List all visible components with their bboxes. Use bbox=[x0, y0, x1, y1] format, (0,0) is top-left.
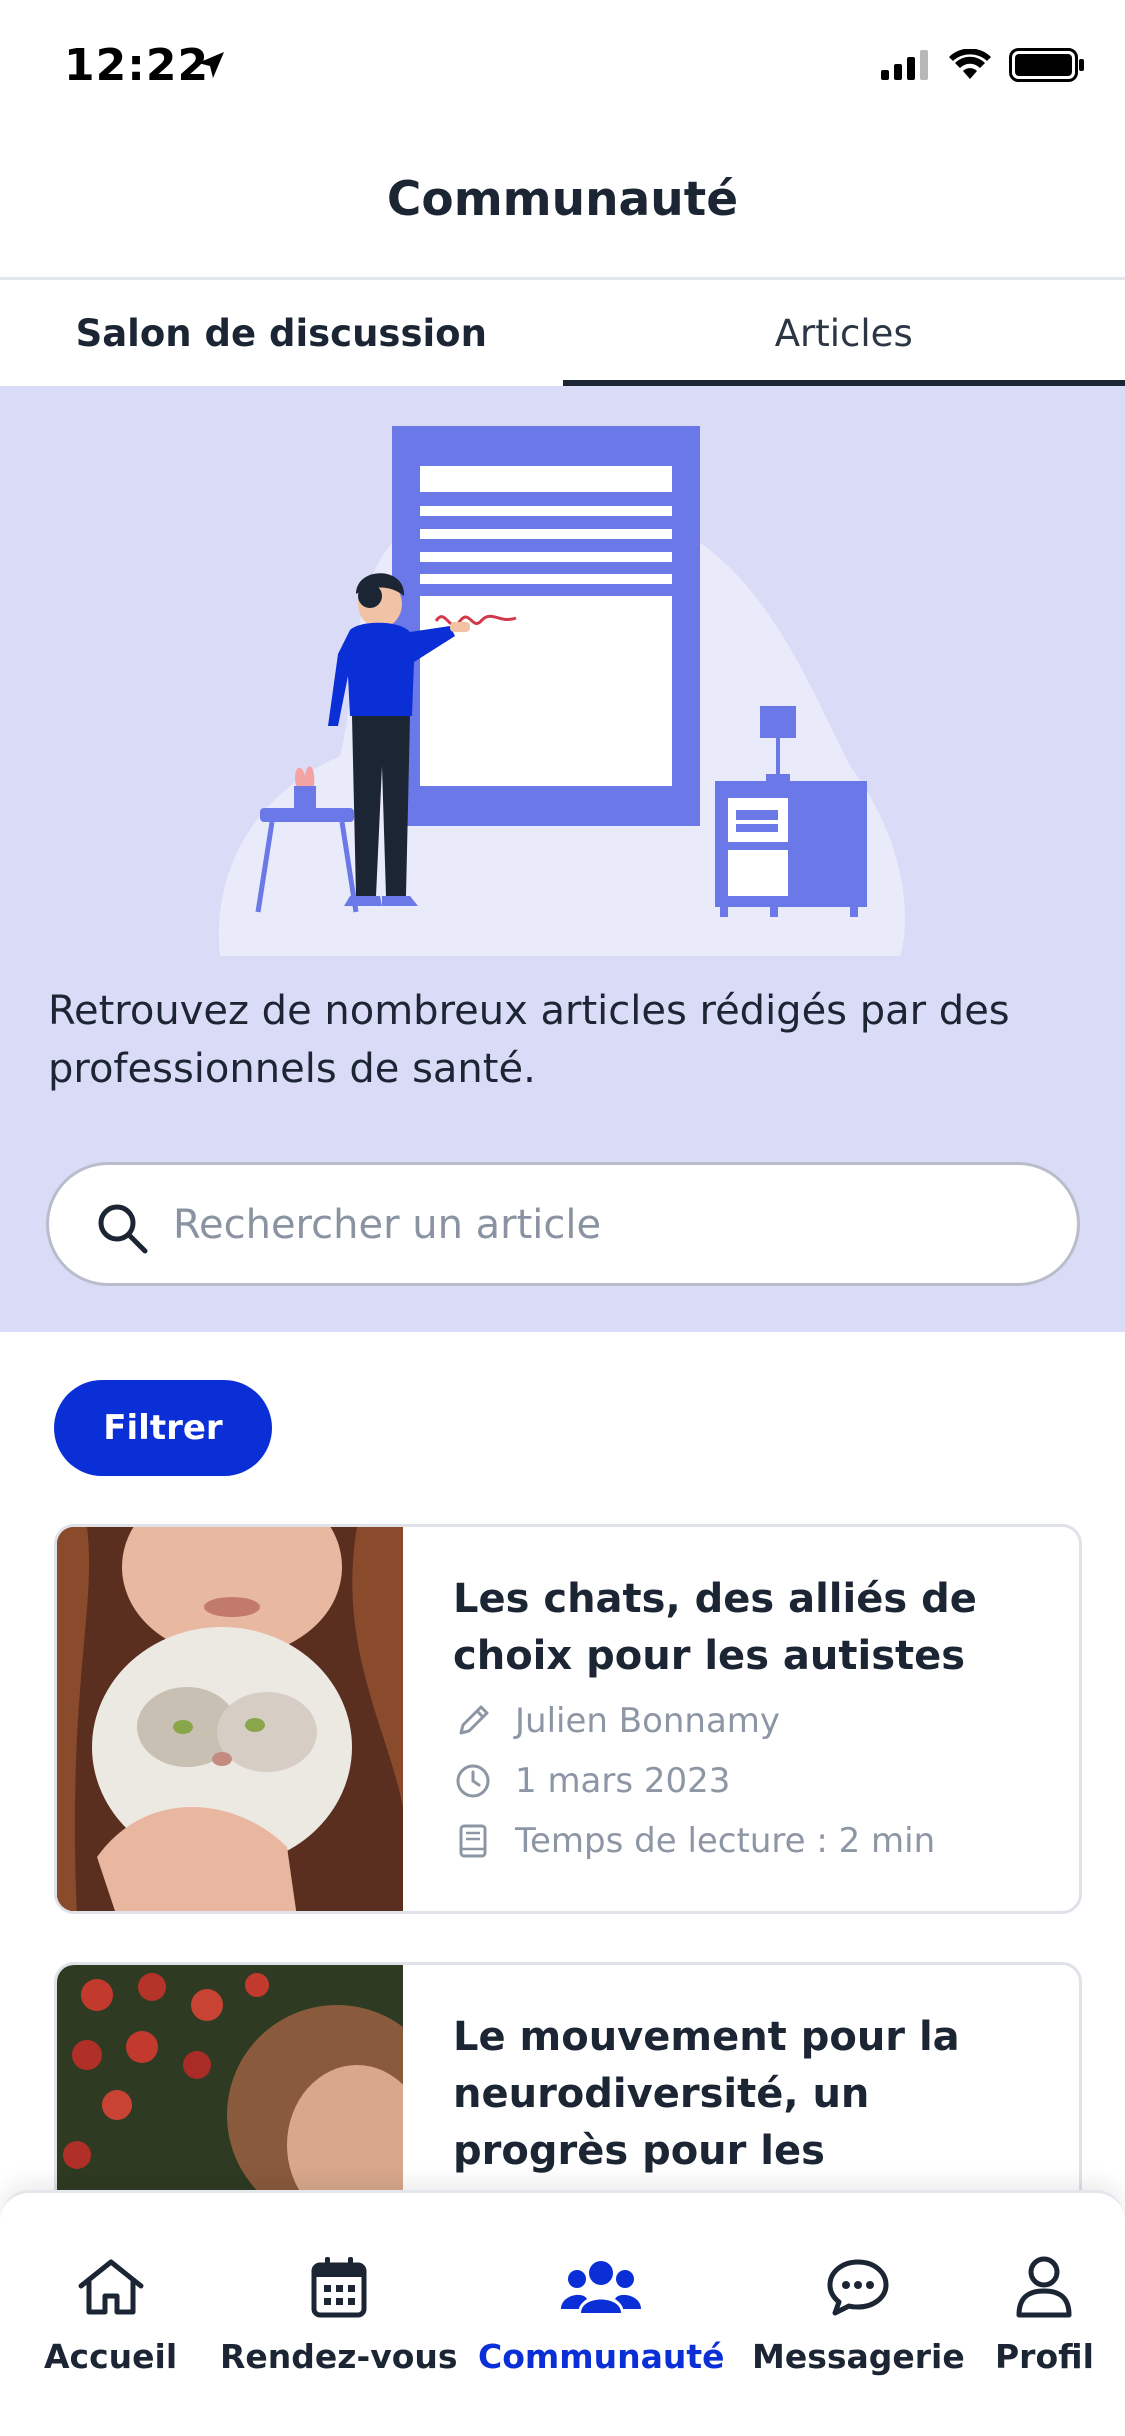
signal-icon bbox=[881, 50, 931, 84]
page-title: Communauté bbox=[386, 172, 739, 227]
user-icon bbox=[1015, 2251, 1073, 2323]
battery-icon bbox=[1009, 48, 1085, 86]
hero-description: Retrouvez de nombreux articles rédigés p… bbox=[48, 988, 1010, 1092]
nav-label: Messagerie bbox=[752, 2337, 965, 2376]
chat-icon bbox=[826, 2251, 890, 2323]
filter-button[interactable]: Filtrer bbox=[54, 1380, 272, 1476]
nav-item-accueil[interactable]: Accueil bbox=[44, 2251, 177, 2376]
clock-icon bbox=[453, 1761, 493, 1801]
nav-item-profil[interactable]: Profil bbox=[995, 2251, 1094, 2376]
article-author: Julien Bonnamy bbox=[515, 1701, 781, 1741]
wifi-icon bbox=[949, 48, 991, 85]
article-reading-time-row: Temps de lecture : 2 min bbox=[453, 1817, 1053, 1865]
home-icon bbox=[75, 2251, 147, 2323]
article-title[interactable]: Les chats, des alliés de choix pour les … bbox=[453, 1571, 1053, 1685]
search-bar[interactable] bbox=[46, 1162, 1080, 1286]
tab-articles[interactable]: Articles bbox=[562, 280, 1125, 386]
article-thumbnail bbox=[57, 1527, 403, 1911]
article-date: 1 mars 2023 bbox=[515, 1761, 731, 1801]
nav-item-communaute[interactable]: Communauté bbox=[478, 2251, 725, 2376]
article-date-row: 1 mars 2023 bbox=[453, 1757, 1053, 1805]
pencil-icon bbox=[453, 1701, 493, 1741]
calendar-icon bbox=[310, 2251, 368, 2323]
search-icon bbox=[95, 1201, 149, 1259]
article-card[interactable]: Les chats, des alliés de choix pour les … bbox=[54, 1524, 1082, 1914]
nav-item-messagerie[interactable]: Messagerie bbox=[752, 2251, 965, 2376]
app-header: Communauté bbox=[0, 132, 1125, 280]
nav-label: Communauté bbox=[478, 2337, 725, 2376]
search-input[interactable] bbox=[173, 1185, 1033, 1265]
users-icon bbox=[561, 2251, 642, 2323]
hero-section: Retrouvez de nombreux articles rédigés p… bbox=[0, 386, 1125, 1332]
articles-illustration bbox=[210, 426, 910, 970]
location-arrow-icon bbox=[196, 50, 226, 84]
article-reading-time: Temps de lecture : 2 min bbox=[515, 1821, 936, 1861]
tab-bar: Salon de discussion Articles bbox=[0, 280, 1125, 386]
bottom-navigation: Accueil Rendez-vous Communauté Messageri… bbox=[0, 2190, 1125, 2436]
nav-label: Accueil bbox=[44, 2337, 178, 2376]
article-content: Les chats, des alliés de choix pour les … bbox=[453, 1571, 1053, 1865]
status-indicators bbox=[881, 48, 1085, 86]
status-bar: 12:22 bbox=[0, 0, 1125, 132]
nav-item-rendez-vous[interactable]: Rendez-vous bbox=[220, 2251, 458, 2376]
article-author-row: Julien Bonnamy bbox=[453, 1697, 1053, 1745]
nav-label: Rendez-vous bbox=[220, 2337, 458, 2376]
status-time: 12:22 bbox=[64, 40, 210, 91]
nav-label: Profil bbox=[995, 2337, 1094, 2376]
book-icon bbox=[453, 1821, 493, 1861]
tab-salon-de-discussion[interactable]: Salon de discussion bbox=[0, 280, 563, 386]
